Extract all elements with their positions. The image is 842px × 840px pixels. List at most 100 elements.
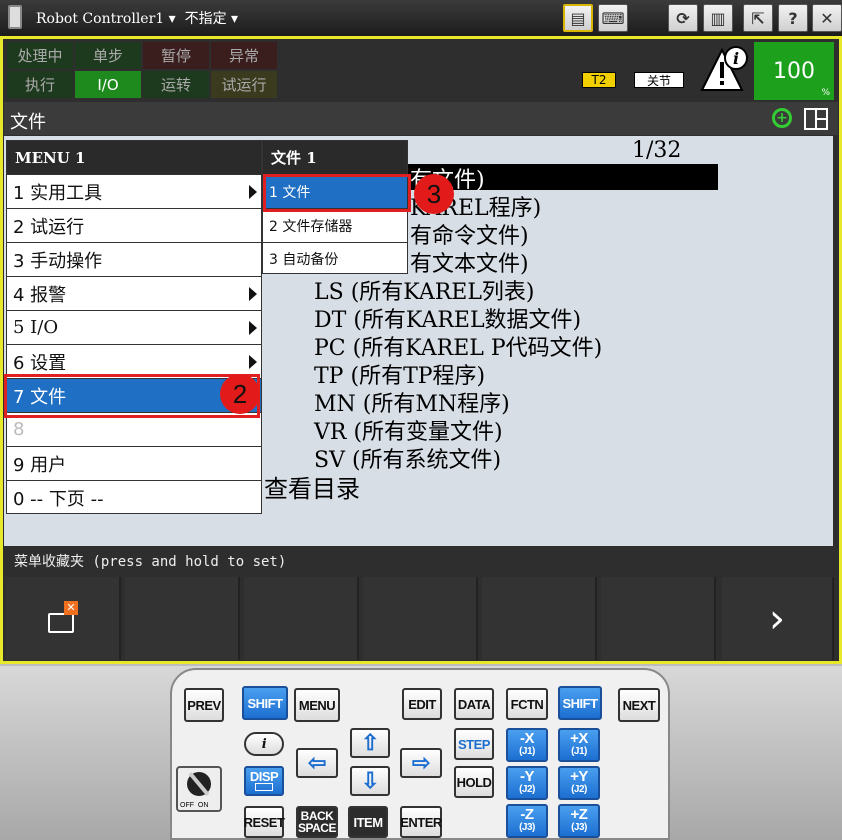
status-fault: 异常 xyxy=(211,42,277,69)
disp-window-icon xyxy=(255,783,273,791)
jog-plus-z-key[interactable]: +Z (J3) xyxy=(558,804,600,838)
function-key-5[interactable] xyxy=(482,577,597,660)
menu-item-label: 0 -- 下页 -- xyxy=(13,488,104,510)
menu-item-setup[interactable]: 6 设置 xyxy=(7,344,261,378)
refresh-icon[interactable]: ⟳ xyxy=(668,4,698,32)
teach-pendant-switch[interactable]: OFF ON xyxy=(176,766,222,812)
status-prod: 运转 xyxy=(143,71,209,98)
menu-item-label: 1 实用工具 xyxy=(13,182,103,204)
jog-joint: (J1) xyxy=(571,746,587,757)
menu-item-manual-fctns[interactable]: 3 手动操作 xyxy=(7,242,261,276)
step-badge-3: 3 xyxy=(414,174,454,214)
pendant-icon xyxy=(8,5,22,29)
function-key-2[interactable] xyxy=(125,577,240,660)
hold-key[interactable]: HOLD xyxy=(454,766,494,798)
fctn-key[interactable]: FCTN xyxy=(506,688,548,720)
pendant-config-icon[interactable]: ▥ xyxy=(703,4,733,32)
close-icon[interactable]: ✕ xyxy=(812,4,842,32)
data-key[interactable]: DATA xyxy=(454,688,494,720)
item-key[interactable]: ITEM xyxy=(348,806,388,838)
export-icon[interactable]: ⇱ xyxy=(743,4,773,32)
help-icon[interactable]: ? xyxy=(778,4,808,32)
menu-item-label: 2 试运行 xyxy=(13,216,85,238)
menu-item-alarm[interactable]: 4 报警 xyxy=(7,276,261,310)
jog-axis: -X xyxy=(520,730,535,747)
function-key-next[interactable]: › xyxy=(722,577,834,660)
view-directory-label[interactable]: 查看目录 xyxy=(264,469,360,504)
submenu-arrow-icon xyxy=(249,354,257,369)
step-badge-2: 2 xyxy=(220,374,260,414)
submenu-arrow-icon xyxy=(249,286,257,301)
joint-badge: 关节 xyxy=(634,72,684,88)
jog-joint: (J1) xyxy=(519,746,535,757)
screen-tabs-icon xyxy=(48,613,74,633)
file-type-label: (所有系统文件) xyxy=(351,448,502,473)
jog-plus-x-key[interactable]: +X (J1) xyxy=(558,728,600,762)
menu-item-test-cycle[interactable]: 2 试运行 xyxy=(7,208,261,242)
status-io: I/O xyxy=(75,71,141,98)
submenu-item-label: 3 自动备份 xyxy=(269,251,339,268)
function-key-1[interactable]: ✕ xyxy=(6,577,121,660)
main-menu: MENU 1 1 实用工具 2 试运行 3 手动操作 4 报警 5 I/O 6 … xyxy=(6,140,262,514)
jog-axis: +X xyxy=(570,730,588,747)
submenu-arrow-icon xyxy=(249,184,257,199)
enter-key[interactable]: ENTER xyxy=(400,806,442,838)
reset-key[interactable]: RESET xyxy=(244,806,285,838)
jog-minus-z-key[interactable]: -Z (J3) xyxy=(506,804,548,838)
switch-knob-icon xyxy=(187,771,211,797)
down-arrow-key[interactable]: ⇩ xyxy=(350,766,390,796)
zoom-icon[interactable]: + xyxy=(772,108,792,128)
submenu-item-auto-backup[interactable]: 3 自动备份 xyxy=(263,242,407,274)
mode-label: 不指定 xyxy=(184,11,227,27)
menu-item-utilities[interactable]: 1 实用工具 xyxy=(7,174,261,208)
jog-minus-y-key[interactable]: -Y (J2) xyxy=(506,766,548,800)
close-tab-icon: ✕ xyxy=(64,601,78,615)
function-key-6[interactable] xyxy=(601,577,716,660)
status-tcyc: 试运行 xyxy=(211,71,277,98)
jog-minus-x-key[interactable]: -X (J1) xyxy=(506,728,548,762)
jog-axis: -Z xyxy=(520,806,534,823)
menu-item-io[interactable]: 5 I/O xyxy=(7,310,261,344)
up-arrow-key[interactable]: ⇧ xyxy=(350,728,390,758)
menu-item-label: 9 用户 xyxy=(13,454,67,476)
info-icon: i xyxy=(261,736,267,752)
edit-key[interactable]: EDIT xyxy=(402,688,442,720)
left-arrow-key[interactable]: ⇦ xyxy=(296,748,338,778)
backspace-key[interactable]: BACK SPACE xyxy=(296,806,338,838)
screen-title-bar xyxy=(4,102,838,135)
override-value: 100 xyxy=(773,58,815,84)
right-arrow-key[interactable]: ⇨ xyxy=(400,748,442,778)
keyboard-icon[interactable]: ⌨ xyxy=(598,4,628,32)
menu-item-user[interactable]: 9 用户 xyxy=(7,446,261,480)
menu-key[interactable]: MENU xyxy=(294,688,340,722)
step-key[interactable]: STEP xyxy=(454,728,494,760)
page-number: 1/32 xyxy=(632,138,682,163)
shift-key-left[interactable]: SHIFT xyxy=(242,686,288,720)
next-key[interactable]: NEXT xyxy=(618,688,660,722)
info-key[interactable]: i xyxy=(244,732,284,756)
submenu-item-file-memory[interactable]: 2 文件存储器 xyxy=(263,208,407,242)
function-key-4[interactable] xyxy=(363,577,478,660)
menu-item-label: 3 手动操作 xyxy=(13,250,103,272)
function-key-3[interactable] xyxy=(244,577,359,660)
screen-mode-icon[interactable]: ▤ xyxy=(563,4,593,32)
jog-plus-y-key[interactable]: +Y (J2) xyxy=(558,766,600,800)
shift-key-right[interactable]: SHIFT xyxy=(558,686,602,720)
split-screen-icon[interactable] xyxy=(804,108,828,130)
submenu-arrow-icon xyxy=(249,320,257,335)
status-busy: 处理中 xyxy=(7,42,73,69)
jog-joint: (J2) xyxy=(571,784,587,795)
switch-label: OFF ON xyxy=(180,802,209,809)
override-display[interactable]: 100% xyxy=(754,42,834,100)
prev-key[interactable]: PREV xyxy=(184,688,224,722)
jog-axis: +Z xyxy=(570,806,588,823)
status-step: 单步 xyxy=(75,42,141,69)
controller-selector[interactable]: Robot Controller1 ▾ 不指定 ▾ xyxy=(36,8,238,28)
menu-item-label: 5 I/O xyxy=(13,317,59,338)
menu-item-next-page[interactable]: 0 -- 下页 -- xyxy=(7,480,261,514)
disp-label: DISP xyxy=(249,769,279,784)
disp-key[interactable]: DISP xyxy=(244,766,284,796)
jog-joint: (J2) xyxy=(519,784,535,795)
menu-favorites-hint: 菜单收藏夹 (press and hold to set) xyxy=(4,548,838,574)
override-unit: % xyxy=(821,88,830,98)
